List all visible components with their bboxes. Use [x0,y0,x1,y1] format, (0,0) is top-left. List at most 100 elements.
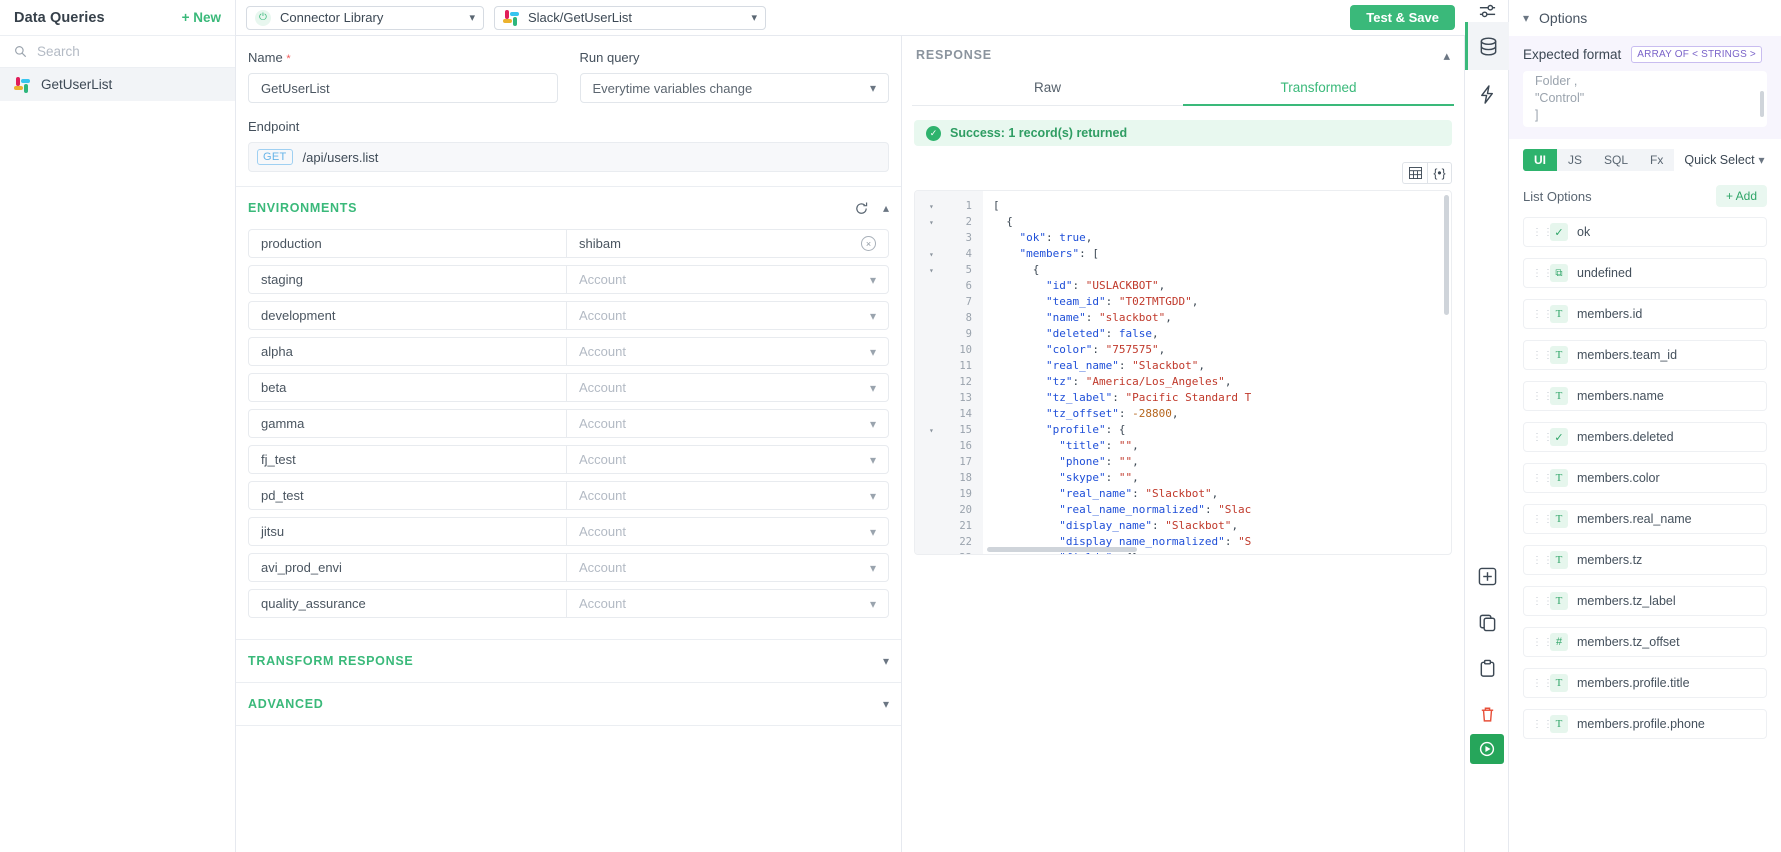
chevron-down-icon[interactable]: ▾ [883,654,889,668]
drag-handle-icon[interactable]: ⋮⋮ [1532,350,1553,360]
list-option-row[interactable]: ⋮⋮ ✓ ok [1523,217,1767,247]
environment-key-input[interactable]: alpha [248,337,566,366]
collapse-response-icon[interactable]: ▴ [1443,48,1450,64]
source-select[interactable]: Slack/GetUserList ▾ [494,5,766,30]
environment-account-select[interactable]: Account ▾ [566,517,889,546]
test-and-save-button[interactable]: Test & Save [1350,5,1455,30]
chevron-down-icon[interactable]: ▾ [870,345,876,359]
drag-handle-icon[interactable]: ⋮⋮ [1532,637,1553,647]
list-option-row[interactable]: ⋮⋮ Tmembers.name [1523,381,1767,411]
rail-item-database[interactable] [1465,22,1509,70]
environment-key-input[interactable]: jitsu [248,517,566,546]
list-option-row[interactable]: ⋮⋮ Tmembers.tz [1523,545,1767,575]
environment-key-input[interactable]: avi_prod_envi [248,553,566,582]
list-option-row[interactable]: ⋮⋮ Tmembers.profile.title [1523,668,1767,698]
drag-handle-icon[interactable]: ⋮⋮ [1532,514,1553,524]
drag-handle-icon[interactable]: ⋮⋮ [1532,227,1553,237]
list-option-row[interactable]: ⋮⋮ ✓ members.deleted [1523,422,1767,452]
environment-account-select[interactable]: Account ▾ [566,337,889,366]
advanced-section[interactable]: ADVANCED ▾ [236,682,901,725]
drag-handle-icon[interactable]: ⋮⋮ [1532,309,1553,319]
list-option-row[interactable]: ⋮⋮ Tmembers.tz_label [1523,586,1767,616]
environment-key-input[interactable]: beta [248,373,566,402]
list-option-row[interactable]: ⋮⋮ Tmembers.profile.phone [1523,709,1767,739]
transform-response-section[interactable]: TRANSFORM RESPONSE ▾ [236,639,901,682]
run-query-select[interactable]: Everytime variables change ▾ [579,73,889,103]
list-option-row[interactable]: ⋮⋮ Tmembers.team_id [1523,340,1767,370]
rail-item-copy[interactable] [1465,598,1509,646]
chevron-down-icon[interactable]: ▾ [870,453,876,467]
list-option-row[interactable]: ⋮⋮ ⧉ undefined [1523,258,1767,288]
environment-key-input[interactable]: pd_test [248,481,566,510]
chevron-down-icon[interactable]: ▾ [870,309,876,323]
options-panel-header[interactable]: ▾ Options [1509,0,1781,36]
transform-response-header[interactable]: TRANSFORM RESPONSE ▾ [236,640,901,682]
rail-item-lightning[interactable] [1465,70,1509,118]
drag-handle-icon[interactable]: ⋮⋮ [1532,596,1553,606]
segment-fx[interactable]: Fx [1639,149,1675,171]
environment-account-select[interactable]: Account ▾ [566,445,889,474]
segment-ui[interactable]: UI [1523,149,1557,171]
new-query-button[interactable]: + New [182,10,221,25]
drag-handle-icon[interactable]: ⋮⋮ [1532,473,1553,483]
drag-handle-icon[interactable]: ⋮⋮ [1532,432,1553,442]
list-option-row[interactable]: ⋮⋮ Tmembers.color [1523,463,1767,493]
quick-select-button[interactable]: Quick Select ▾ [1684,153,1764,167]
tab-transformed[interactable]: Transformed [1183,72,1454,106]
chevron-down-icon[interactable]: ▾ [1523,11,1529,25]
endpoint-input[interactable]: GET /api/users.list [248,142,889,172]
environment-account-select[interactable]: Account ▾ [566,589,889,618]
code-content[interactable]: [ { "ok": true, "members": [ { "id": "US… [983,191,1451,554]
code-fold-icon[interactable]: ▾ [929,250,934,259]
advanced-header[interactable]: ADVANCED ▾ [236,683,901,725]
chevron-down-icon[interactable]: ▾ [870,273,876,287]
code-fold-icon[interactable]: ▾ [929,426,934,435]
code-horizontal-scrollbar[interactable] [987,547,1137,552]
rail-item-run[interactable] [1470,734,1504,764]
chevron-down-icon[interactable]: ▾ [870,561,876,575]
chevron-down-icon[interactable]: ▾ [870,489,876,503]
run-button[interactable] [1470,734,1504,764]
environment-account-select[interactable]: Account ▾ [566,481,889,510]
table-view-icon[interactable] [1402,162,1427,184]
environment-account-select[interactable]: Account ▾ [566,373,889,402]
environment-key-input[interactable]: production [248,229,566,258]
environment-key-input[interactable]: fj_test [248,445,566,474]
clear-account-icon[interactable]: × [861,236,876,251]
environment-key-input[interactable]: development [248,301,566,330]
list-option-row[interactable]: ⋮⋮ # members.tz_offset [1523,627,1767,657]
drag-handle-icon[interactable]: ⋮⋮ [1532,678,1553,688]
environment-key-input[interactable]: staging [248,265,566,294]
rail-item-add-panel[interactable] [1465,552,1509,600]
code-fold-icon[interactable]: ▾ [929,218,934,227]
drag-handle-icon[interactable]: ⋮⋮ [1532,268,1553,278]
segment-sql[interactable]: SQL [1593,149,1640,171]
expected-format-preview[interactable]: Folder , "Control" ] [1523,71,1767,127]
code-fold-icon[interactable]: ▾ [929,266,934,275]
chevron-down-icon[interactable]: ▾ [870,381,876,395]
segment-js[interactable]: JS [1557,149,1594,171]
environment-key-input[interactable]: gamma [248,409,566,438]
response-code-viewer[interactable]: ▾ 1 ▾ 2 3 ▾ 4 ▾ 5 6 7 8 9 10 11 12 13 14 ▾ 15 16 17 18 19 20 21 22… [914,190,1452,555]
connector-library-select[interactable]: ⏻ Connector Library ▾ [246,5,484,30]
drag-handle-icon[interactable]: ⋮⋮ [1532,719,1553,729]
chevron-down-icon[interactable]: ▾ [870,417,876,431]
list-option-row[interactable]: ⋮⋮ Tmembers.id [1523,299,1767,329]
environment-account-select[interactable]: shibam × [566,229,889,258]
preview-scrollbar[interactable] [1760,91,1764,117]
drag-handle-icon[interactable]: ⋮⋮ [1532,555,1553,565]
environment-account-select[interactable]: Account ▾ [566,265,889,294]
collapse-environments-icon[interactable]: ▴ [883,201,889,215]
chevron-down-icon[interactable]: ▾ [870,597,876,611]
environment-account-select[interactable]: Account ▾ [566,409,889,438]
sidebar-item-getuserlist[interactable]: GetUserList [0,68,235,101]
environment-account-select[interactable]: Account ▾ [566,553,889,582]
name-input[interactable]: GetUserList [248,73,558,103]
json-view-icon[interactable]: {•} [1427,162,1452,184]
rail-item-delete[interactable] [1465,690,1509,738]
rail-item-clipboard[interactable] [1465,644,1509,692]
refresh-icon[interactable] [854,201,869,216]
chevron-down-icon[interactable]: ▾ [870,525,876,539]
search-input[interactable]: Search [0,36,235,68]
tab-raw[interactable]: Raw [912,72,1183,105]
